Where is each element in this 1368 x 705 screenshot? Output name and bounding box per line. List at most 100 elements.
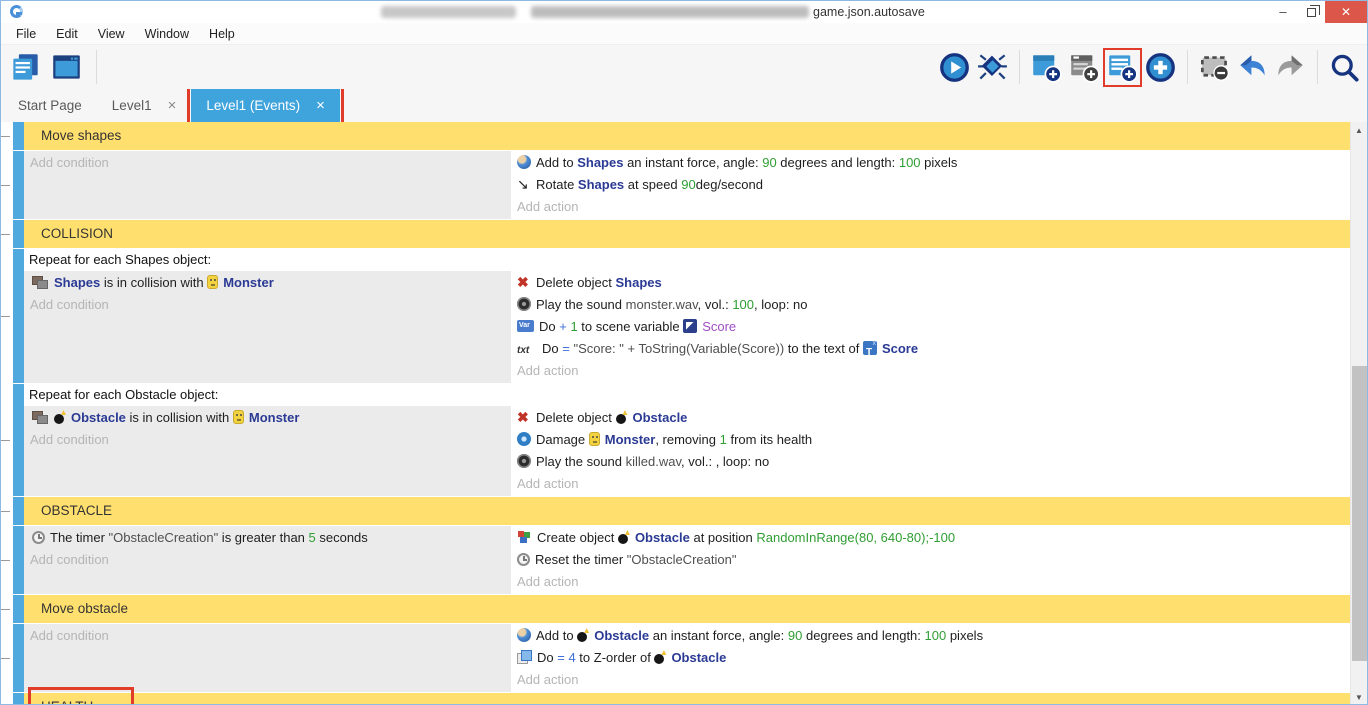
play-button[interactable] [939, 52, 970, 83]
text-segment: at speed [624, 177, 681, 192]
debug-button[interactable] [977, 52, 1008, 83]
action-line[interactable]: Play the sound killed.wav, vol.: , loop:… [517, 451, 1352, 473]
remove-frame-button[interactable] [1199, 52, 1230, 83]
text-segment: Create object [537, 530, 618, 545]
event-selection-bar[interactable] [13, 693, 24, 705]
collision-icon [32, 410, 49, 424]
text-segment: Rotate [536, 177, 578, 192]
event-group[interactable]: Move shapes [1, 122, 1352, 150]
menu-edit[interactable]: Edit [46, 27, 88, 41]
text-segment: Monster [605, 432, 656, 447]
redacted-title-segment [531, 6, 809, 18]
add-object-button[interactable] [1145, 52, 1176, 83]
event-group[interactable]: Move obstacle [1, 595, 1352, 623]
gdevelop-window: game.json.autosave – ✕ File Edit View Wi… [0, 0, 1368, 705]
tab-start-page[interactable]: Start Page [3, 89, 97, 122]
event-selection-bar[interactable] [13, 526, 24, 594]
add-condition[interactable]: Add condition [24, 549, 511, 571]
add-events-button[interactable] [1107, 52, 1138, 83]
event-selection-bar[interactable] [13, 624, 24, 692]
event-block: Repeat for each Obstacle object:Obstacle… [1, 384, 1352, 496]
menu-view[interactable]: View [88, 27, 135, 41]
tab-level1[interactable]: Level1× [97, 89, 192, 122]
action-line[interactable]: Do = 4 to Z-order of Obstacle [517, 647, 1352, 669]
event-selection-bar[interactable] [13, 249, 24, 383]
actions-cell: Delete object ObstacleDamage Monster, re… [511, 406, 1352, 496]
event-group[interactable]: OBSTACLE [1, 497, 1352, 525]
text-segment: Obstacle [594, 628, 649, 643]
tab-close-icon[interactable]: × [316, 97, 325, 114]
bomb-icon [54, 410, 66, 424]
close-button[interactable]: ✕ [1325, 1, 1367, 23]
tab-label: Start Page [18, 98, 82, 113]
add-action[interactable]: Add action [517, 571, 1352, 593]
actions-cell: Add to Shapes an instant force, angle: 9… [511, 151, 1352, 219]
condition-line[interactable]: The timer "ObstacleCreation" is greater … [24, 527, 511, 549]
text-segment: 100 [732, 297, 754, 312]
text-segment: is in collision with [100, 275, 207, 290]
text-segment: Shapes [577, 155, 623, 170]
actions-cell: Delete object ShapesPlay the sound monst… [511, 271, 1352, 383]
action-line[interactable]: Rotate Shapes at speed 90deg/second [517, 174, 1352, 196]
search-button[interactable] [1329, 52, 1360, 83]
add-action[interactable]: Add action [517, 360, 1352, 382]
add-condition[interactable]: Add condition [24, 294, 511, 316]
event-selection-bar[interactable] [13, 151, 24, 219]
action-line[interactable]: Delete object Obstacle [517, 407, 1352, 429]
toolbar-separator [1317, 50, 1318, 84]
menu-help[interactable]: Help [199, 27, 245, 41]
condition-line[interactable]: Obstacle is in collision with Monster [24, 407, 511, 429]
scroll-up-arrow-icon[interactable]: ▲ [1351, 122, 1367, 139]
action-line[interactable]: Delete object Shapes [517, 272, 1352, 294]
actions-cell: Add to Obstacle an instant force, angle:… [511, 624, 1352, 692]
minimize-button[interactable]: – [1269, 1, 1297, 23]
event-selection-bar[interactable] [13, 595, 24, 623]
action-line[interactable]: Add to Obstacle an instant force, angle:… [517, 625, 1352, 647]
add-external-events-button[interactable] [1069, 52, 1100, 83]
text-segment: 4 [568, 650, 575, 665]
tab-close-icon[interactable]: × [168, 97, 177, 114]
tab-level1-events-[interactable]: Level1 (Events)× [191, 89, 340, 122]
event-selection-bar[interactable] [13, 497, 24, 525]
add-condition[interactable]: Add condition [24, 429, 511, 451]
action-line[interactable]: Play the sound monster.wav, vol.: 100, l… [517, 294, 1352, 316]
menu-file[interactable]: File [6, 27, 46, 41]
add-action[interactable]: Add action [517, 196, 1352, 218]
action-line[interactable]: Reset the timer "ObstacleCreation" [517, 549, 1352, 571]
event-selection-bar[interactable] [13, 220, 24, 248]
action-line[interactable]: Add to Shapes an instant force, angle: 9… [517, 152, 1352, 174]
group-label: Move obstacle [24, 595, 1352, 623]
event-handle [1, 234, 10, 235]
action-line[interactable]: Create object Obstacle at position Rando… [517, 527, 1352, 549]
project-manager-button[interactable] [10, 52, 41, 83]
add-condition[interactable]: Add condition [24, 625, 511, 647]
window-title: game.json.autosave [813, 5, 925, 19]
scroll-down-arrow-icon[interactable]: ▼ [1351, 689, 1367, 705]
event-group[interactable]: COLLISION [1, 220, 1352, 248]
add-scene-button[interactable] [1031, 52, 1062, 83]
event-header[interactable]: Repeat for each Obstacle object: [24, 384, 1352, 406]
menu-window[interactable]: Window [135, 27, 199, 41]
toolbar-separator [96, 50, 97, 84]
action-line[interactable]: Do + 1 to scene variable Score [517, 316, 1352, 338]
event-group[interactable]: HEALTH [1, 693, 1352, 705]
scroll-thumb[interactable] [1352, 366, 1367, 661]
event-header[interactable]: Repeat for each Shapes object: [24, 249, 1352, 271]
condition-line[interactable]: Shapes is in collision with Monster [24, 272, 511, 294]
zorder-icon [517, 650, 532, 664]
text-segment: Play the sound [536, 454, 626, 469]
vertical-scrollbar[interactable]: ▲ ▼ [1350, 122, 1367, 705]
add-action[interactable]: Add action [517, 669, 1352, 691]
scene-editor-button[interactable] [51, 52, 82, 83]
text-segment: 100 [899, 155, 921, 170]
event-selection-bar[interactable] [13, 122, 24, 150]
restore-button[interactable] [1297, 1, 1325, 23]
redo-button[interactable] [1275, 52, 1306, 83]
undo-button[interactable] [1237, 52, 1268, 83]
event-selection-bar[interactable] [13, 384, 24, 496]
action-line[interactable]: Do = "Score: " + ToString(Variable(Score… [517, 338, 1352, 360]
add-condition[interactable]: Add condition [24, 152, 511, 174]
add-action[interactable]: Add action [517, 473, 1352, 495]
text-segment: pixels [921, 155, 958, 170]
action-line[interactable]: Damage Monster, removing 1 from its heal… [517, 429, 1352, 451]
